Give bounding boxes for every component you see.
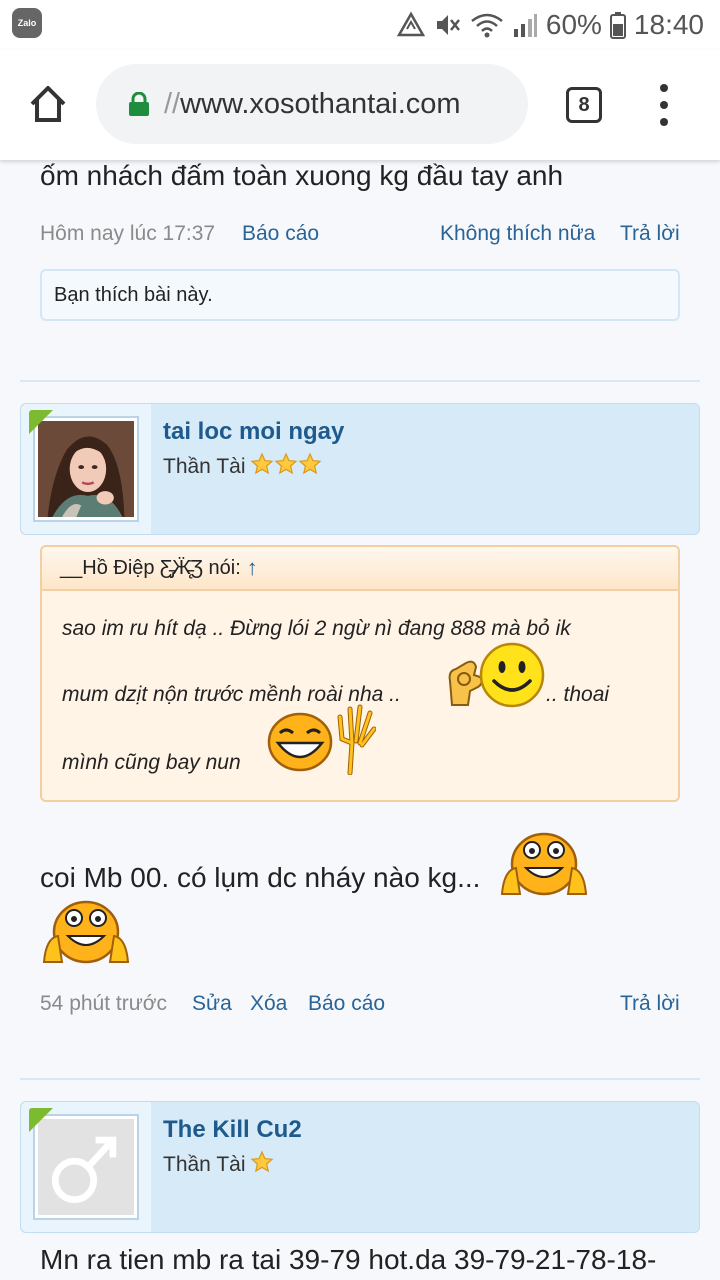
recycle-icon (396, 11, 426, 39)
post-body-text: coi Mb 00. có lụm dc nháy nào kg... (40, 862, 481, 893)
url-domain: www.xosothantai.com (180, 87, 461, 120)
liked-notice: Bạn thích bài này. (40, 269, 680, 321)
lock-icon (128, 91, 150, 116)
delete-link[interactable]: Xóa (250, 992, 287, 1015)
page-content: ốm nhách đấm toàn xuong kg đầu tay anh H… (0, 160, 720, 1280)
user-title: Thần Tài (163, 452, 322, 482)
liked-notice-text: Bạn thích bài này. (54, 283, 213, 306)
online-badge (29, 1108, 53, 1132)
post-text: ốm nhách đấm toàn xuong kg đầu tay anh (40, 160, 564, 191)
post-time: Hôm nay lúc 17:37 (40, 222, 216, 245)
tab-count: 8 (578, 93, 590, 116)
status-bar: Zalo 60% 18:40 (0, 0, 720, 50)
post-divider (20, 1078, 700, 1080)
star-icon (298, 452, 321, 475)
mute-icon (434, 11, 462, 39)
clock: 18:40 (633, 9, 704, 40)
avatar-photo (38, 421, 134, 517)
male-default-avatar (38, 1119, 134, 1215)
url-prefix: // (164, 87, 181, 120)
battery-icon (609, 11, 626, 39)
quote-body: sao im ru hít dạ .. Đừng lói 2 ngừ nì đa… (42, 591, 678, 800)
quote-block: __Hồ Điệp Ƹ̵̡Ӝ̵̨̄Ʒ nói: ↑ sao im ru hít … (40, 545, 680, 802)
star-icon (250, 1150, 273, 1173)
quote-line: sao im ru hít dạ .. Đừng lói 2 ngừ nì đa… (62, 617, 571, 640)
browser-toolbar: //www.xosothantai.com 8 (0, 50, 720, 160)
overflow-menu-button[interactable] (652, 84, 676, 126)
report-link[interactable]: Báo cáo (308, 992, 385, 1015)
laughing-emoticon (267, 712, 333, 772)
username-link[interactable]: The Kill Cu2 (163, 1116, 302, 1144)
battery-percent: 60% (545, 9, 602, 40)
reply-link[interactable]: Trả lời (620, 992, 680, 1015)
smiley-emoticon (479, 642, 545, 708)
username-link[interactable]: tai loc moi ngay (163, 418, 344, 446)
edit-link[interactable]: Sửa (192, 992, 232, 1015)
home-button[interactable] (26, 82, 70, 126)
online-badge (29, 410, 53, 434)
tab-switcher-button[interactable]: 8 (566, 87, 602, 123)
zalo-app-icon: Zalo (12, 8, 42, 38)
user-title-text: Thần Tài (163, 455, 246, 478)
post-time: 54 phút trước (40, 992, 168, 1015)
star-icon (250, 452, 273, 475)
quote-author: __Hồ Điệp Ƹ̵̡Ӝ̵̨̄Ʒ nói: (60, 556, 241, 579)
star-icon (274, 452, 297, 475)
post-divider (20, 380, 700, 382)
report-link[interactable]: Báo cáo (242, 222, 319, 245)
user-title: Thần Tài (163, 1150, 274, 1180)
post-meta: Hôm nay lúc 17:37 (40, 222, 215, 246)
rank-stars (250, 452, 322, 482)
post-body-text: Mn ra tien mb ra tai 39-79 hot.da 39-79-… (40, 1244, 657, 1275)
unlike-link[interactable]: Không thích nữa (440, 222, 595, 245)
wifi-icon (470, 11, 504, 39)
quote-line: mình cũng bay nun (62, 751, 241, 774)
quote-line: .. thoai (546, 683, 610, 706)
quote-header: __Hồ Điệp Ƹ̵̡Ӝ̵̨̄Ʒ nói: ↑ (42, 547, 678, 591)
user-card: tai loc moi ngay Thần Tài (20, 403, 700, 535)
signal-icon (512, 11, 538, 39)
status-icons: 60% 18:40 (396, 6, 704, 44)
peeking-emoticon (500, 832, 588, 896)
user-card: The Kill Cu2 Thần Tài (20, 1101, 700, 1233)
user-title-text: Thần Tài (163, 1153, 246, 1176)
zalo-label: Zalo (17, 18, 37, 28)
url-text: //www.xosothantai.com (164, 88, 461, 121)
quote-jump-link[interactable]: ↑ (247, 555, 258, 581)
reply-link[interactable]: Trả lời (620, 222, 680, 245)
peeking-emoticon (42, 900, 130, 964)
waving-hand-emoticon (337, 704, 376, 775)
home-icon (30, 86, 66, 122)
url-bar[interactable]: //www.xosothantai.com (96, 64, 528, 144)
rank-stars (250, 1150, 274, 1180)
